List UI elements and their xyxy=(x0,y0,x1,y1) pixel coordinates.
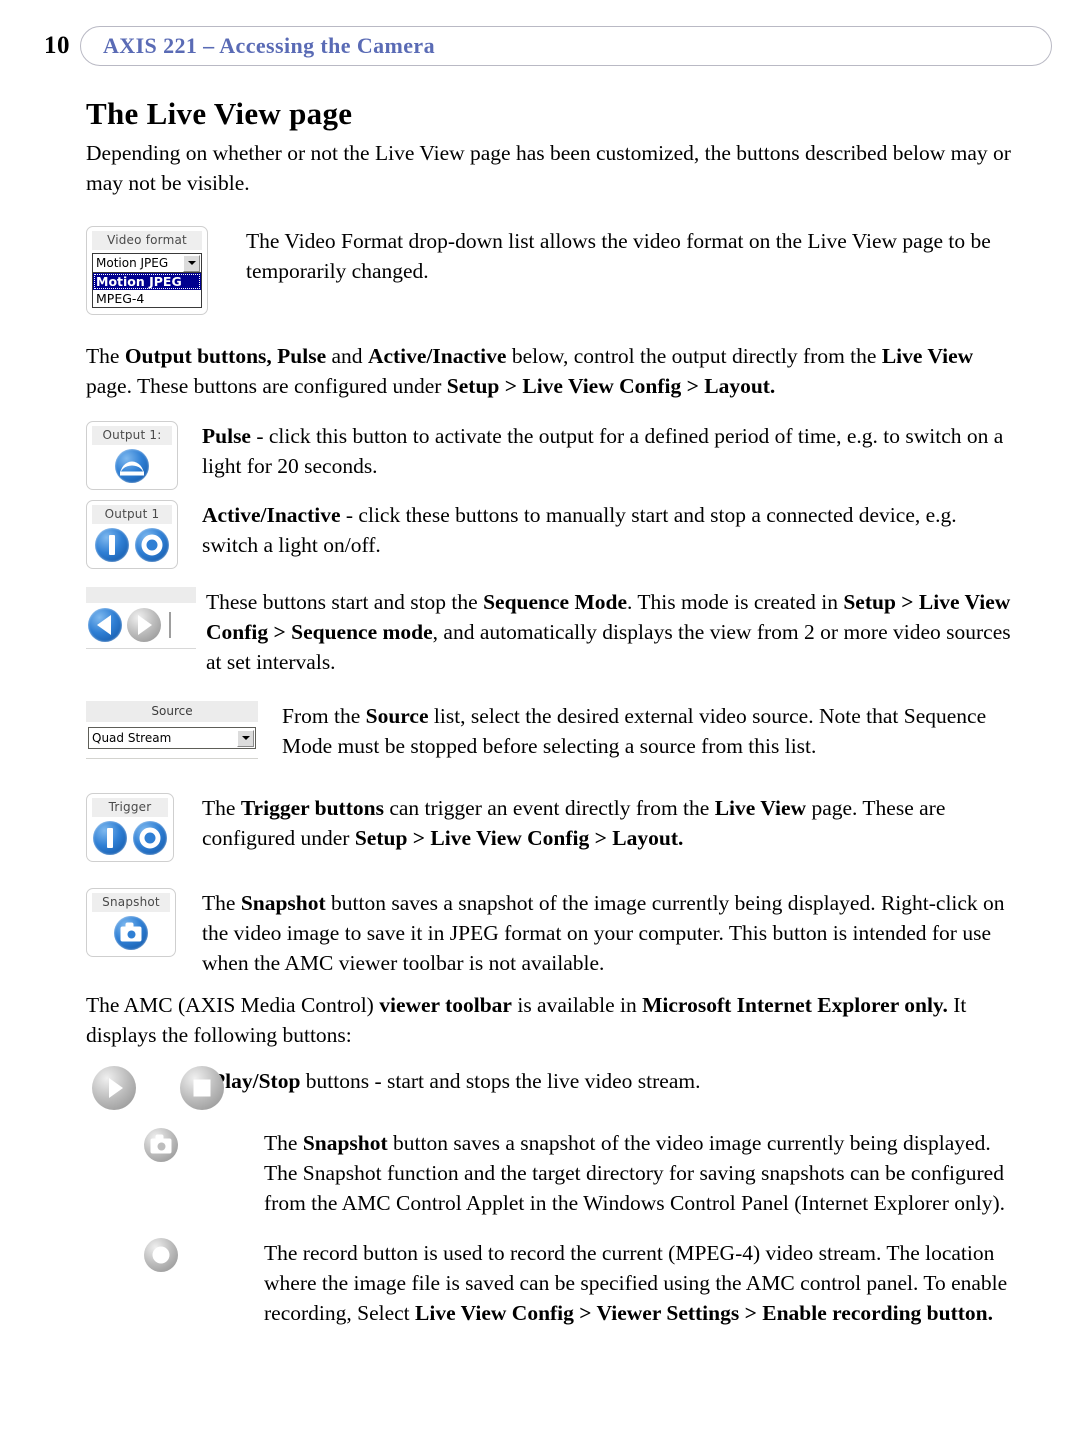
amc-snapshot-row: The Snapshot button saves a snapshot of … xyxy=(86,1128,1016,1224)
pulse-row: Output 1: Pulse - click this button to a… xyxy=(86,421,1016,490)
amc-snapshot-description: The Snapshot button saves a snapshot of … xyxy=(264,1128,1016,1218)
source-description: From the Source list, select the desired… xyxy=(282,701,1016,761)
sequence-divider xyxy=(169,612,171,638)
text-bold: Active/Inactive xyxy=(202,503,341,527)
text-part: The xyxy=(202,891,241,915)
source-label: Source xyxy=(86,701,258,722)
sequence-start-icon[interactable] xyxy=(88,608,122,642)
text-bold: Microsoft Internet Explorer only. xyxy=(642,993,948,1017)
intro-paragraph: Depending on whether or not the Live Vie… xyxy=(86,141,1011,195)
play-stop-row: Play/Stop buttons - start and stops the … xyxy=(86,1066,1016,1110)
chevron-down-icon[interactable] xyxy=(237,729,254,747)
text-part: These buttons start and stop the xyxy=(206,590,484,614)
text-bold: viewer toolbar xyxy=(379,993,512,1017)
text-bold: Play/Stop xyxy=(212,1069,301,1093)
text-part: The xyxy=(264,1131,303,1155)
pulse-description: Pulse - click this button to activate th… xyxy=(202,421,1016,481)
active-bar-icon[interactable] xyxy=(95,528,129,562)
source-rule xyxy=(86,758,258,759)
header-title: AXIS 221 – Accessing the Camera xyxy=(103,33,435,58)
amc-record-row: The record button is used to record the … xyxy=(86,1238,1016,1334)
trigger-widget[interactable]: Trigger xyxy=(86,793,174,862)
trigger-row: Trigger The Trigger buttons can trigger … xyxy=(86,793,1016,862)
snapshot-label: Snapshot xyxy=(92,893,170,912)
text-bold: Sequence Mode xyxy=(483,590,627,614)
text-part: - click this button to activate the outp… xyxy=(202,424,1004,478)
snapshot-widget[interactable]: Snapshot xyxy=(86,888,176,957)
sequence-description: These buttons start and stop the Sequenc… xyxy=(206,587,1016,677)
video-format-row: Video format Motion JPEG Motion JPEG MPE… xyxy=(86,226,1016,315)
text-part: below, control the output directly from … xyxy=(506,344,882,368)
text-part: . This mode is created in xyxy=(627,590,844,614)
source-value: Quad Stream xyxy=(92,731,172,745)
snapshot-row: Snapshot The Snapshot button saves a sna… xyxy=(86,888,1016,984)
output-pulse-label: Output 1: xyxy=(92,426,172,445)
video-format-select[interactable]: Motion JPEG xyxy=(92,253,202,273)
text-part: buttons - start and stops the live video… xyxy=(300,1069,701,1093)
video-format-description: The Video Format drop-down list allows t… xyxy=(246,229,991,283)
text-part: and xyxy=(326,344,368,368)
video-format-value: Motion JPEG xyxy=(96,256,169,270)
sequence-widget[interactable] xyxy=(86,587,196,649)
trigger-active-icon[interactable] xyxy=(93,821,127,855)
snapshot-description: The Snapshot button saves a snapshot of … xyxy=(202,888,1016,978)
text-bold: Output buttons, Pulse xyxy=(124,344,327,368)
amc-record-description: The record button is used to record the … xyxy=(264,1238,1016,1328)
active-inactive-description: Active/Inactive - click these buttons to… xyxy=(202,500,1016,560)
inactive-ring-icon[interactable] xyxy=(135,528,169,562)
sequence-mode-row: These buttons start and stop the Sequenc… xyxy=(86,587,1016,683)
output-intro-paragraph: The Output buttons, Pulse and Active/Ina… xyxy=(86,341,1016,401)
sequence-widget-header xyxy=(86,587,196,603)
source-row: Source Quad Stream From the Source list,… xyxy=(86,701,1016,767)
trigger-description: The Trigger buttons can trigger an event… xyxy=(202,793,1016,853)
text-part: The xyxy=(86,344,125,368)
text-part: is available in xyxy=(511,993,643,1017)
video-format-widget[interactable]: Video format Motion JPEG Motion JPEG MPE… xyxy=(86,226,208,315)
video-format-label: Video format xyxy=(92,231,202,250)
source-widget[interactable]: Source Quad Stream xyxy=(86,701,258,759)
header-pill: AXIS 221 – Accessing the Camera xyxy=(80,26,1052,66)
play-stop-description: Play/Stop buttons - start and stops the … xyxy=(212,1066,1016,1096)
camera-icon[interactable] xyxy=(114,916,148,950)
active-inactive-row: Output 1 Active/Inactive - click these b… xyxy=(86,500,1016,569)
text-part: The AMC (AXIS Media Control) xyxy=(86,993,380,1017)
output-active-inactive-label: Output 1 xyxy=(92,505,172,524)
text-bold: Active/Inactive xyxy=(367,344,507,368)
video-format-options[interactable]: Motion JPEG MPEG-4 xyxy=(92,273,202,308)
text-bold: Source xyxy=(365,704,429,728)
trigger-inactive-icon[interactable] xyxy=(133,821,167,855)
output-active-inactive-widget[interactable]: Output 1 xyxy=(86,500,178,569)
text-part: The xyxy=(202,796,241,820)
text-bold: Setup > Live View Config > Layout. xyxy=(354,826,684,850)
text-bold: Setup > Live View Config > Layout. xyxy=(446,374,776,398)
pulse-icon[interactable] xyxy=(115,449,149,483)
sequence-rule xyxy=(86,648,196,649)
play-icon[interactable] xyxy=(92,1066,136,1110)
text-bold: Trigger buttons xyxy=(240,796,384,820)
sequence-stop-icon[interactable] xyxy=(127,608,161,642)
text-bold: Live View xyxy=(881,344,974,368)
trigger-label: Trigger xyxy=(92,798,168,817)
output-pulse-widget[interactable]: Output 1: xyxy=(86,421,178,490)
text-part: can trigger an event directly from the xyxy=(383,796,715,820)
text-bold: Snapshot xyxy=(302,1131,388,1155)
record-icon[interactable] xyxy=(144,1238,178,1272)
text-bold: Live View Config > Viewer Settings > Ena… xyxy=(415,1301,993,1325)
text-bold: Pulse xyxy=(202,424,251,448)
text-part: From the xyxy=(282,704,366,728)
text-bold: Snapshot xyxy=(240,891,326,915)
page-number: 10 xyxy=(44,32,70,59)
video-format-option-motion-jpeg[interactable]: Motion JPEG xyxy=(93,273,201,290)
video-format-option-mpeg4[interactable]: MPEG-4 xyxy=(93,290,201,307)
source-select[interactable]: Quad Stream xyxy=(88,727,256,749)
text-bold: Live View xyxy=(714,796,807,820)
chevron-down-icon[interactable] xyxy=(183,254,200,272)
amc-intro-paragraph: The AMC (AXIS Media Control) viewer tool… xyxy=(86,990,1016,1050)
page-header: 10 AXIS 221 – Accessing the Camera xyxy=(44,24,1052,68)
stop-icon[interactable] xyxy=(180,1066,224,1110)
page-title: The Live View page xyxy=(86,96,353,131)
camera-icon[interactable] xyxy=(144,1128,178,1162)
text-part: page. These buttons are configured under xyxy=(86,374,447,398)
document-content: The Live View page Depending on whether … xyxy=(86,96,1016,1334)
